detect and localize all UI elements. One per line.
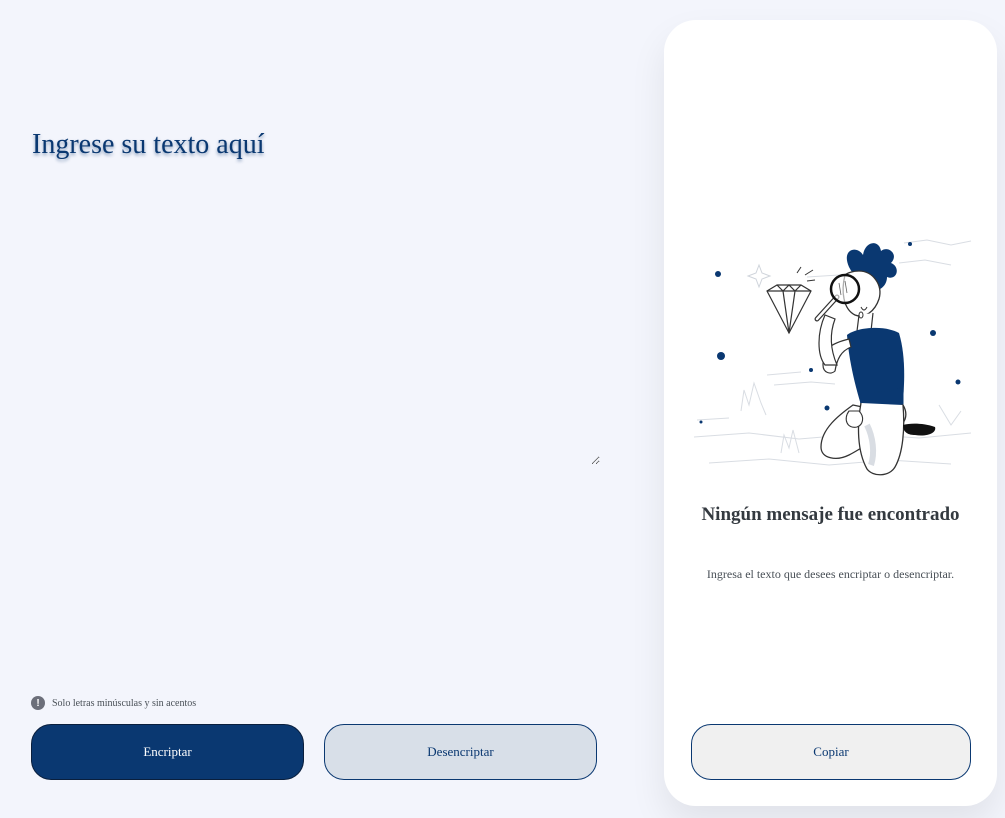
text-input[interactable]	[28, 125, 600, 465]
info-icon: !	[31, 696, 45, 710]
person-magnifier-illustration	[693, 239, 972, 476]
hint-text: Solo letras minúsculas y sin acentos	[52, 697, 197, 709]
encrypt-button[interactable]: Encriptar	[31, 724, 304, 780]
hint: ! Solo letras minúsculas y sin acentos	[31, 696, 196, 710]
decrypt-button[interactable]: Desencriptar	[324, 724, 597, 780]
empty-message-title: Ningún mensaje fue encontrado	[701, 504, 960, 525]
output-panel: Ningún mensaje fue encontrado Ingresa el…	[664, 20, 997, 806]
copy-button[interactable]: Copiar	[691, 724, 971, 780]
empty-message-description: Ingresa el texto que desees encriptar o …	[706, 567, 955, 581]
